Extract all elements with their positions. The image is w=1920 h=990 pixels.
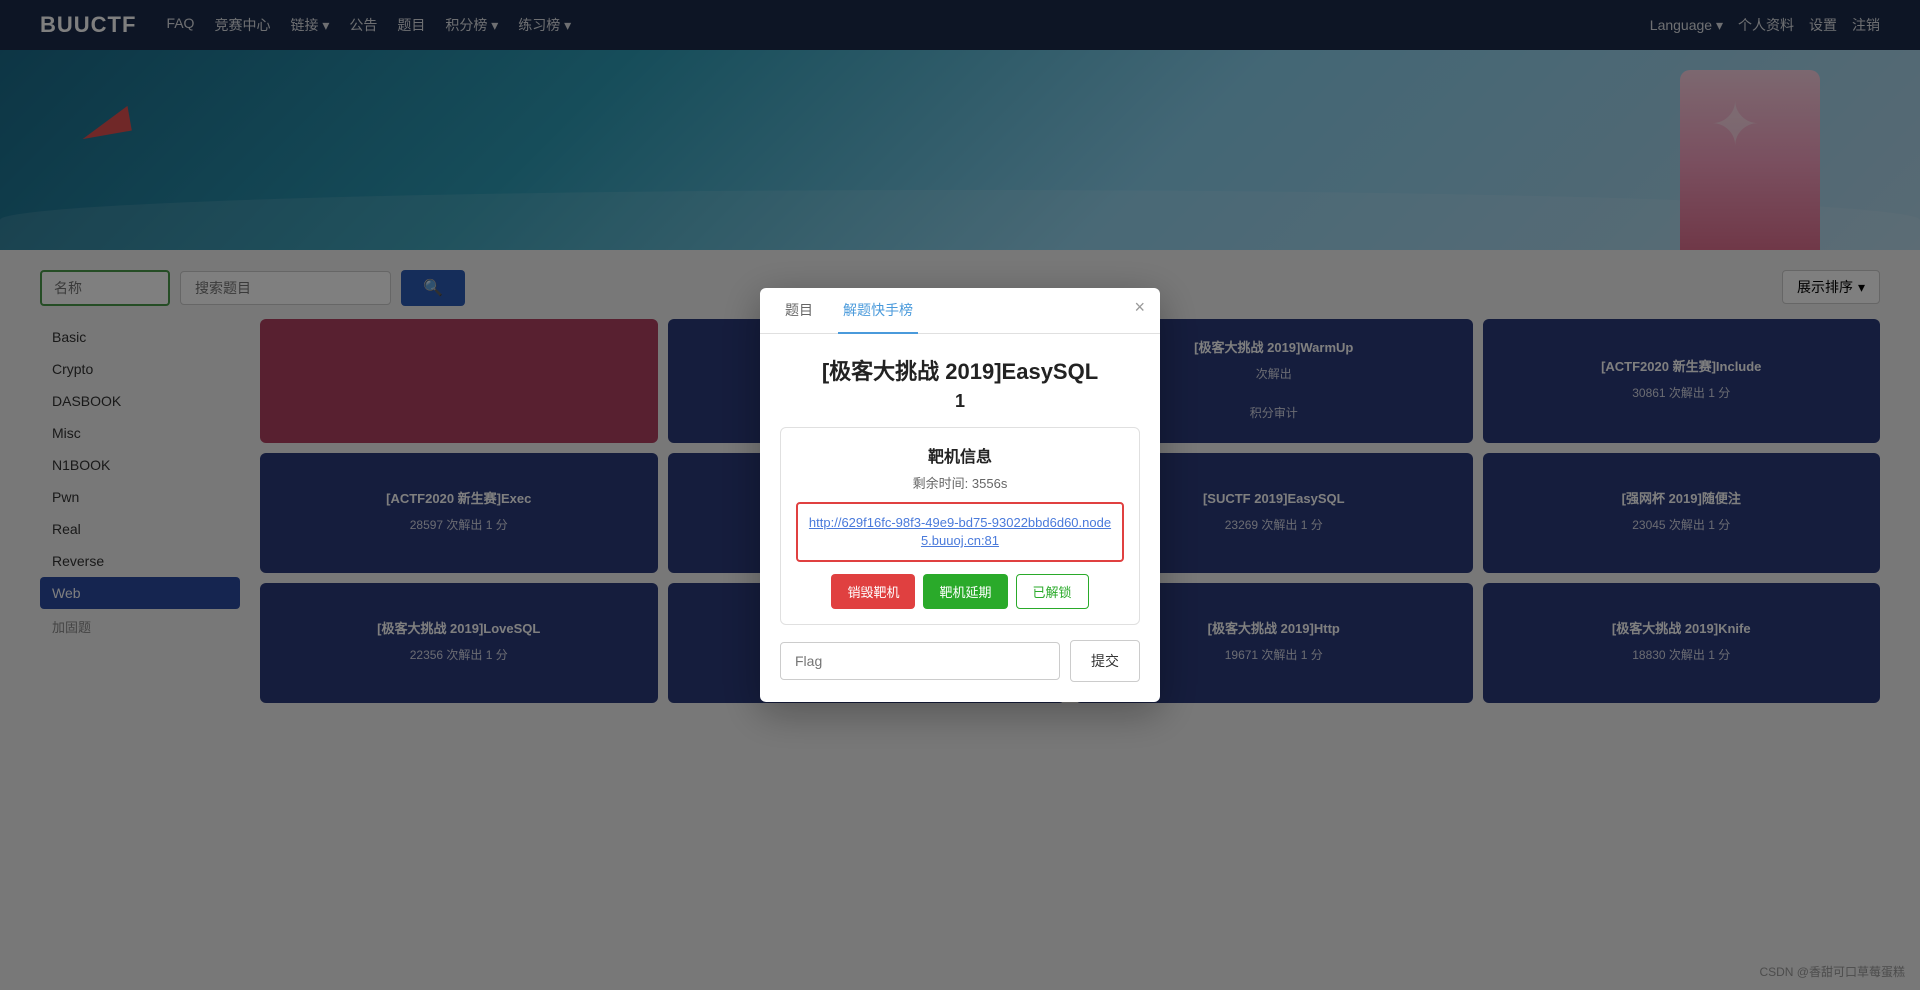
tab-leaderboard[interactable]: 解题快手榜 — [838, 288, 918, 334]
target-buttons: 销毁靶机 靶机延期 已解锁 — [796, 574, 1124, 609]
modal-tabs: 题目 解题快手榜 × — [760, 288, 1160, 334]
modal-dialog: 题目 解题快手榜 × [极客大挑战 2019]EasySQL 1 靶机信息 剩余… — [760, 288, 1160, 702]
target-info-box: 靶机信息 剩余时间: 3556s http://629f16fc-98f3-49… — [780, 427, 1140, 625]
extend-button[interactable]: 靶机延期 — [923, 574, 1007, 609]
flag-input[interactable] — [780, 642, 1060, 680]
flag-submit-button[interactable]: 提交 — [1070, 640, 1140, 682]
close-button[interactable]: × — [1134, 298, 1145, 316]
destroy-button[interactable]: 销毁靶机 — [831, 574, 915, 609]
tab-problem[interactable]: 题目 — [780, 288, 818, 334]
target-url-box: http://629f16fc-98f3-49e9-bd75-93022bbd6… — [796, 502, 1124, 562]
modal-score: 1 — [780, 391, 1140, 412]
modal-overlay[interactable]: 题目 解题快手榜 × [极客大挑战 2019]EasySQL 1 靶机信息 剩余… — [0, 0, 1920, 990]
modal-title: [极客大挑战 2019]EasySQL — [780, 354, 1140, 386]
solved-button[interactable]: 已解锁 — [1016, 574, 1089, 609]
modal-body: [极客大挑战 2019]EasySQL 1 靶机信息 剩余时间: 3556s h… — [760, 334, 1160, 702]
target-url-link[interactable]: http://629f16fc-98f3-49e9-bd75-93022bbd6… — [809, 515, 1111, 548]
target-info-title: 靶机信息 — [796, 443, 1124, 467]
target-time-label: 剩余时间: 3556s — [796, 473, 1124, 492]
flag-area: 提交 — [780, 640, 1140, 682]
